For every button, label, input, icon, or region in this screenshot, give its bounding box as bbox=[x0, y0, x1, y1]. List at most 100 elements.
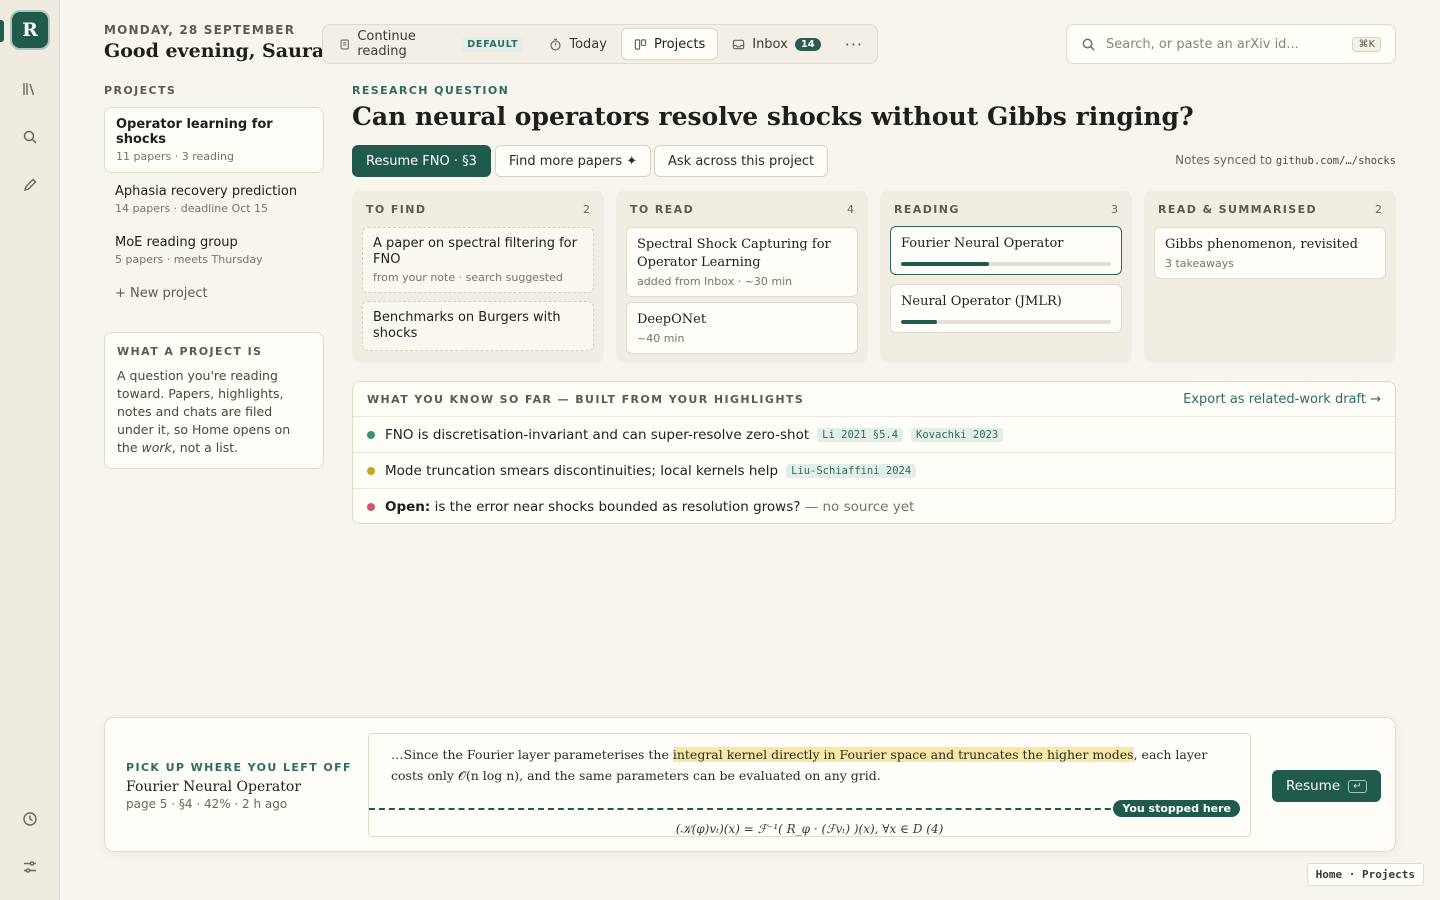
greeting-title: Good evening, Saurav bbox=[104, 40, 336, 62]
search-icon[interactable] bbox=[20, 127, 40, 147]
inbox-icon bbox=[733, 39, 745, 49]
column-count: 4 bbox=[847, 203, 854, 216]
status-dot bbox=[367, 503, 375, 511]
enter-key-icon: ↵ bbox=[1348, 779, 1367, 793]
project-meta: 5 papers · meets Thursday bbox=[115, 253, 263, 266]
resume-meta: page 5 · §4 · 42% · 2 h ago bbox=[126, 797, 288, 811]
paper-card[interactable]: Benchmarks on Burgers with shocks bbox=[362, 301, 594, 351]
search-box[interactable]: ⌘K bbox=[1066, 24, 1396, 64]
search-shortcut: ⌘K bbox=[1352, 36, 1381, 52]
column-to-find: TO FIND 2 A paper on spectral filtering f… bbox=[352, 191, 604, 363]
reading-progress-bar bbox=[901, 262, 1111, 266]
resume-button[interactable]: Resume ↵ bbox=[1272, 770, 1381, 802]
card-title: Fourier Neural Operator bbox=[901, 236, 1064, 251]
paper-card[interactable]: Fourier Neural Operator bbox=[890, 226, 1122, 275]
status-dot bbox=[367, 466, 375, 475]
tab-continue-reading[interactable]: Continue reading DEFAULT bbox=[327, 28, 535, 60]
app-logo[interactable]: R bbox=[10, 10, 50, 50]
card-title: A paper on spectral filtering for FNO bbox=[373, 236, 577, 267]
column-to-read: TO READ 4 Spectral Shock Capturing for Op… bbox=[616, 191, 868, 363]
column-count: 2 bbox=[583, 203, 590, 216]
stop-marker-line bbox=[369, 808, 1240, 810]
rail-active-indicator bbox=[0, 20, 4, 42]
column-count: 3 bbox=[1111, 203, 1118, 216]
card-meta: added from Inbox · ~30 min bbox=[637, 275, 793, 288]
knowledge-title: WHAT YOU KNOW SO FAR — BUILT FROM YOUR H… bbox=[367, 392, 805, 406]
project-item-aphasia[interactable]: Aphasia recovery prediction 14 papers · … bbox=[104, 184, 324, 215]
pencil-icon[interactable] bbox=[20, 175, 40, 195]
tab-projects[interactable]: Projects bbox=[620, 28, 719, 60]
knowledge-row[interactable]: FNO is discretisation-invariant and can … bbox=[353, 417, 1395, 453]
card-title: Benchmarks on Burgers with shocks bbox=[373, 310, 561, 341]
history-icon[interactable] bbox=[20, 809, 40, 829]
project-title: Aphasia recovery prediction bbox=[115, 184, 298, 199]
excerpt-text: …Since the Fourier layer parameterises t… bbox=[391, 747, 1208, 783]
notes-sync-status: Notes synced to github.com/…/shocks bbox=[1175, 153, 1396, 167]
resume-panel: PICK UP WHERE YOU LEFT OFF Fourier Neura… bbox=[104, 717, 1396, 852]
knowledge-row[interactable]: Mode truncation smears discontinuities; … bbox=[353, 453, 1395, 489]
knowledge-row[interactable]: Open: is the error near shocks bounded a… bbox=[353, 489, 1395, 525]
ask-project-button[interactable]: Ask across this project bbox=[654, 145, 829, 177]
search-input[interactable] bbox=[1106, 36, 1343, 52]
card-meta: ~40 min bbox=[637, 332, 685, 345]
tab-inbox[interactable]: Inbox 14 bbox=[720, 28, 833, 60]
paper-card[interactable]: Gibbs phenomenon, revisited 3 takeaways bbox=[1154, 227, 1386, 279]
library-icon[interactable] bbox=[20, 79, 40, 99]
column-title: TO READ bbox=[630, 203, 695, 216]
card-title: Neural Operator (JMLR) bbox=[901, 294, 1062, 309]
citation-chip[interactable]: Liu-Schiaffini 2024 bbox=[786, 463, 917, 478]
paper-card[interactable]: Neural Operator (JMLR) bbox=[890, 284, 1122, 333]
project-item-operator-learning[interactable]: Operator learning for shocks 11 papers ·… bbox=[104, 107, 324, 173]
explainer-body: A question you're reading toward. Papers… bbox=[117, 368, 291, 455]
greeting-date: MONDAY, 28 SEPTEMBER bbox=[104, 23, 296, 37]
breadcrumb: Home · Projects bbox=[1306, 863, 1424, 886]
new-project-button[interactable]: + New project bbox=[115, 286, 208, 301]
column-title: READING bbox=[894, 203, 960, 216]
card-meta: from your note · search suggested bbox=[373, 271, 563, 284]
project-meta: 14 papers · deadline Oct 15 bbox=[115, 202, 269, 215]
project-item-moe[interactable]: MoE reading group 5 papers · meets Thurs… bbox=[104, 235, 324, 266]
card-meta: 3 takeaways bbox=[1165, 257, 1235, 270]
column-count: 2 bbox=[1375, 203, 1382, 216]
reading-excerpt[interactable]: …Since the Fourier layer parameterises t… bbox=[368, 733, 1251, 837]
nav-rail: R bbox=[0, 0, 60, 900]
paper-card[interactable]: A paper on spectral filtering for FNO fr… bbox=[362, 227, 594, 293]
settings-sliders-icon[interactable] bbox=[20, 857, 40, 877]
stop-marker-tag: You stopped here bbox=[1113, 800, 1240, 817]
inbox-count-badge: 14 bbox=[794, 37, 821, 51]
research-question-label: RESEARCH QUESTION bbox=[352, 84, 510, 97]
resume-button-label: Resume bbox=[1286, 778, 1341, 794]
board-icon bbox=[634, 38, 647, 50]
project-title: Operator learning for shocks bbox=[116, 117, 273, 147]
project-meta: 11 papers · 3 reading bbox=[116, 150, 234, 163]
knowledge-panel: WHAT YOU KNOW SO FAR — BUILT FROM YOUR H… bbox=[352, 381, 1396, 524]
default-tag: DEFAULT bbox=[462, 36, 524, 52]
citation-chip[interactable]: Li 2021 §5.4 bbox=[817, 427, 904, 442]
timer-icon bbox=[550, 38, 561, 50]
column-title: READ & SUMMARISED bbox=[1158, 203, 1318, 216]
find-papers-button[interactable]: Find more papers ✦ bbox=[495, 145, 652, 177]
home-tabs: Continue reading DEFAULT Today Projects … bbox=[322, 24, 878, 64]
column-read-summarised: READ & SUMMARISED 2 Gibbs phenomenon, rev… bbox=[1144, 191, 1396, 363]
card-title: Gibbs phenomenon, revisited bbox=[1165, 237, 1358, 252]
citation-chip[interactable]: Kovachki 2023 bbox=[911, 427, 1004, 442]
document-icon bbox=[340, 39, 349, 49]
paper-card[interactable]: Spectral Shock Capturing for Operator Le… bbox=[626, 227, 858, 297]
equation: (𝒦(φ)vₜ)(x) = ℱ⁻¹( R_φ · (ℱvₜ) )(x), ∀x … bbox=[675, 822, 944, 836]
project-explainer: WHAT A PROJECT IS A question you're read… bbox=[104, 332, 324, 469]
card-title: Spectral Shock Capturing for Operator Le… bbox=[637, 237, 831, 270]
tab-today[interactable]: Today bbox=[537, 28, 619, 60]
knowledge-text: Mode truncation smears discontinuities; … bbox=[385, 462, 779, 479]
explainer-title: WHAT A PROJECT IS bbox=[117, 345, 263, 358]
reading-progress-bar bbox=[901, 320, 1111, 324]
knowledge-text: Open: is the error near shocks bounded a… bbox=[385, 499, 915, 515]
resume-section-button[interactable]: Resume FNO · §3 bbox=[352, 145, 491, 177]
sync-repo-link[interactable]: github.com/…/shocks bbox=[1276, 155, 1396, 167]
resume-paper-title: Fourier Neural Operator bbox=[126, 779, 302, 795]
paper-card[interactable]: DeepONet ~40 min bbox=[626, 302, 858, 354]
column-reading: READING 3 Fourier Neural Operator Neural … bbox=[880, 191, 1132, 363]
status-dot bbox=[367, 430, 375, 439]
card-title: DeepONet bbox=[637, 312, 707, 327]
export-draft-link[interactable]: Export as related-work draft → bbox=[1183, 392, 1381, 407]
more-menu-icon[interactable]: ··· bbox=[835, 35, 873, 54]
